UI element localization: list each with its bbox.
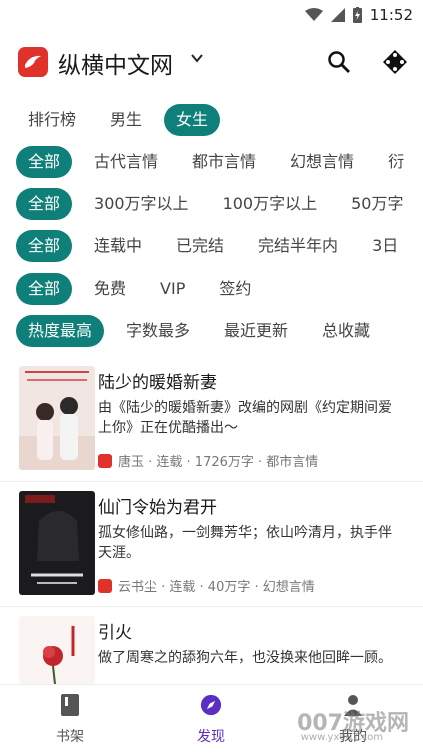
- wordcount-chip[interactable]: 100万字以上: [211, 188, 330, 220]
- book-title: 仙门令始为君开: [98, 498, 217, 518]
- app-logo-icon: [18, 47, 48, 77]
- signal-icon: [330, 8, 345, 22]
- watermark-url: www.yx007.com: [300, 732, 383, 743]
- author-badge-icon: [98, 578, 112, 593]
- chevron-down-icon[interactable]: [190, 51, 204, 65]
- price-chip[interactable]: VIP: [148, 273, 197, 305]
- category-filter: 全部 古代言情 都市言情 幻想言情 衍: [0, 145, 423, 179]
- category-chip[interactable]: 都市言情: [180, 146, 268, 178]
- book-cover[interactable]: [19, 616, 95, 684]
- search-icon[interactable]: [326, 49, 352, 75]
- category-chip[interactable]: 衍: [376, 146, 416, 178]
- category-chip[interactable]: 幻想言情: [278, 146, 366, 178]
- tab-ranking[interactable]: 排行榜: [16, 104, 88, 136]
- tab-male[interactable]: 男生: [98, 104, 154, 136]
- nav-bookshelf-label: 书架: [56, 729, 84, 745]
- wordcount-all-chip[interactable]: 全部: [16, 188, 73, 220]
- status-chip[interactable]: 完结半年内: [246, 230, 350, 262]
- status-chip[interactable]: 3日: [360, 230, 410, 262]
- book-meta: 云书尘 · 连载 · 40万字 · 幻想言情: [98, 576, 315, 595]
- wordcount-chip[interactable]: 50万字: [339, 188, 415, 220]
- book-meta-text: 唐玉 · 连载 · 1726万字 · 都市言情: [118, 455, 319, 470]
- tab-female[interactable]: 女生: [164, 104, 221, 136]
- price-chip[interactable]: 免费: [82, 273, 138, 305]
- sort-hot-chip[interactable]: 热度最高: [16, 315, 105, 347]
- status-chip[interactable]: 已完结: [164, 230, 236, 262]
- battery-icon: [352, 7, 362, 23]
- divider: [0, 606, 423, 607]
- random-dice-icon[interactable]: [382, 49, 408, 75]
- status-chip[interactable]: 连载中: [82, 230, 154, 262]
- sort-chip[interactable]: 总收藏: [310, 315, 382, 347]
- book-title: 陆少的暖婚新妻: [98, 373, 217, 393]
- price-all-chip[interactable]: 全部: [16, 273, 73, 305]
- book-description: 孤女修仙路，一剑舞芳华；依山吟清月，执手伴天涯。: [98, 525, 392, 561]
- divider: [0, 481, 423, 482]
- nav-discover[interactable]: 发现: [171, 693, 251, 746]
- sort-chip[interactable]: 字数最多: [114, 315, 202, 347]
- book-cover[interactable]: [19, 366, 95, 470]
- book-meta-text: 云书尘 · 连载 · 40万字 · 幻想言情: [118, 580, 315, 595]
- app-title[interactable]: 纵横中文网: [58, 46, 173, 80]
- price-chip[interactable]: 签约: [207, 273, 263, 305]
- app-bar: 纵横中文网: [0, 38, 423, 86]
- status-bar: 11:52: [0, 0, 423, 30]
- sort-filter: 热度最高 字数最多 最近更新 总收藏: [0, 314, 423, 348]
- nav-bookshelf[interactable]: 书架: [30, 693, 110, 746]
- nav-discover-label: 发现: [197, 729, 225, 745]
- gender-tabs: 排行榜 男生 女生: [0, 103, 423, 137]
- status-all-chip[interactable]: 全部: [16, 230, 73, 262]
- book-cover[interactable]: [19, 491, 95, 595]
- wifi-icon: [304, 8, 323, 21]
- book-description: 由《陆少的暖婚新妻》改编的网剧《约定期间爱上你》正在优酷播出～: [98, 400, 392, 436]
- price-filter: 全部 免费 VIP 签约: [0, 272, 423, 306]
- bookshelf-icon: [61, 694, 79, 716]
- book-meta: 唐玉 · 连载 · 1726万字 · 都市言情: [98, 451, 318, 470]
- sort-chip[interactable]: 最近更新: [212, 315, 300, 347]
- category-chip[interactable]: 古代言情: [82, 146, 170, 178]
- compass-icon: [200, 694, 222, 716]
- status-time: 11:52: [369, 6, 413, 24]
- book-list-item[interactable]: 陆少的暖婚新妻 由《陆少的暖婚新妻》改编的网剧《约定期间爱上你》正在优酷播出～ …: [0, 366, 423, 490]
- book-description: 做了周寒之的舔狗六年，也没换来他回眸一顾。: [98, 650, 392, 666]
- book-list-item[interactable]: 仙门令始为君开 孤女修仙路，一剑舞芳华；依山吟清月，执手伴天涯。 云书尘 · 连…: [0, 491, 423, 615]
- status-filter: 全部 连载中 已完结 完结半年内 3日: [0, 229, 423, 263]
- book-title: 引火: [98, 623, 132, 643]
- wordcount-filter: 全部 300万字以上 100万字以上 50万字: [0, 187, 423, 221]
- author-badge-icon: [98, 453, 112, 468]
- category-all-chip[interactable]: 全部: [16, 146, 73, 178]
- wordcount-chip[interactable]: 300万字以上: [82, 188, 201, 220]
